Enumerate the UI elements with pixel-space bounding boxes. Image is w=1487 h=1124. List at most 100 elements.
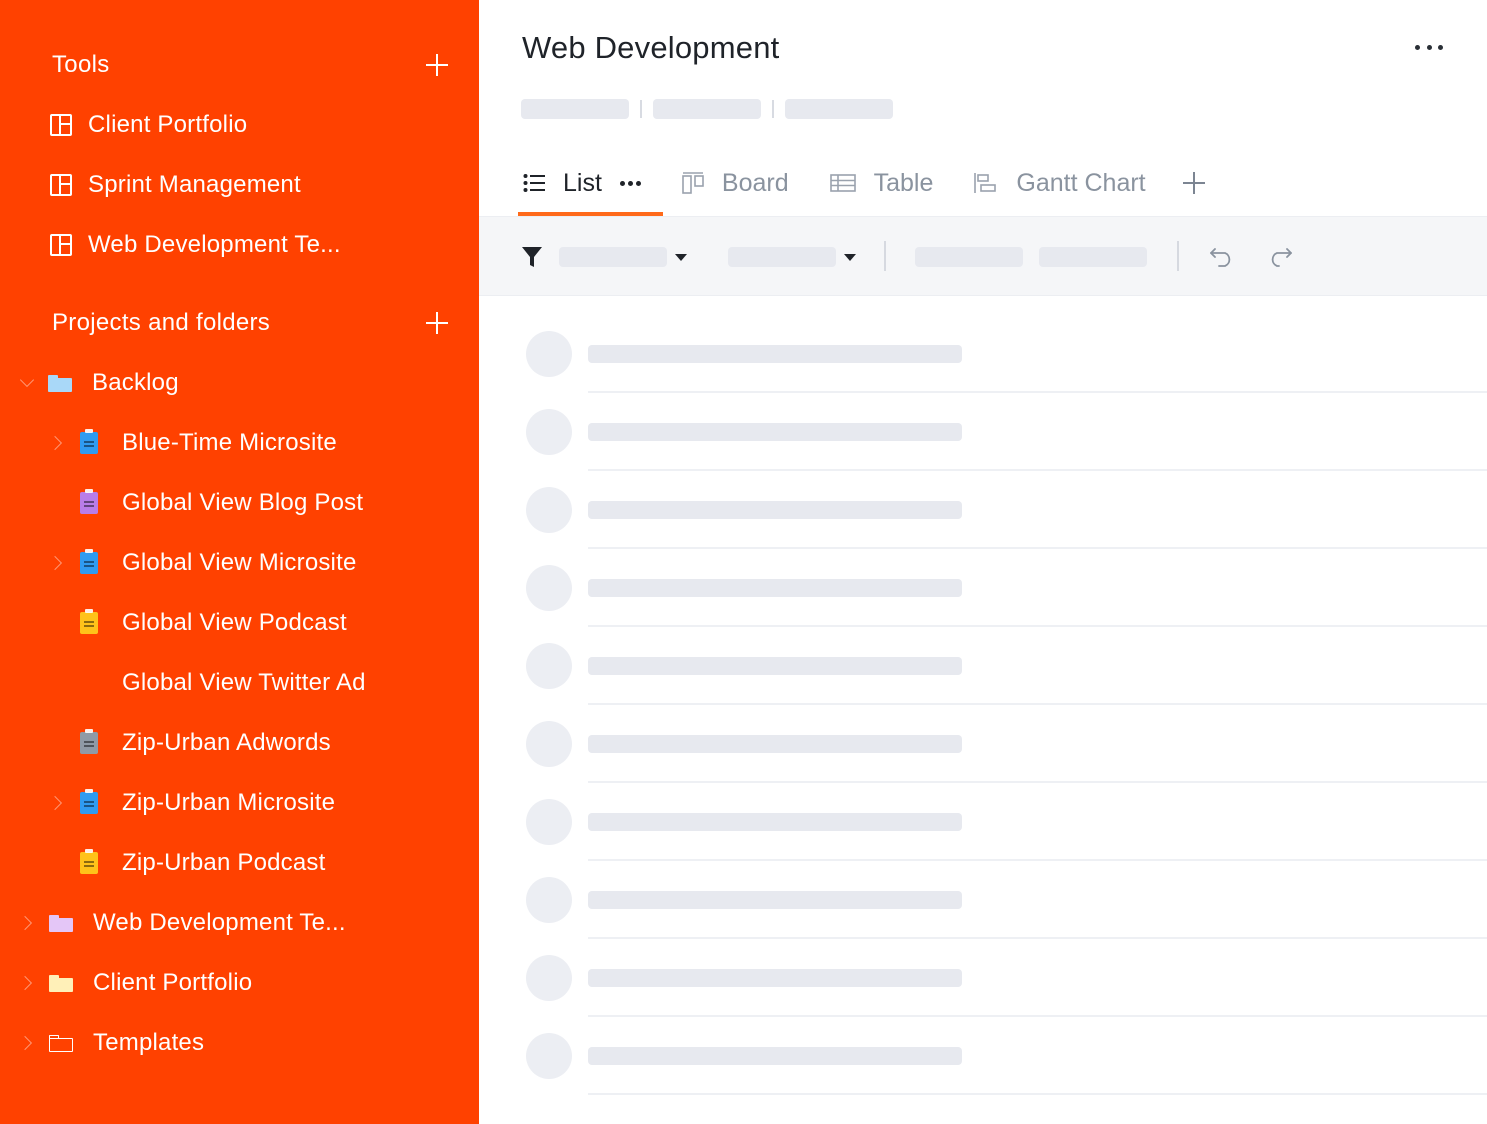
sidebar-tool-label: Web Development Te... (88, 231, 341, 258)
sidebar-folder-client-portfolio[interactable]: Client Portfolio (17, 963, 253, 1003)
sidebar-folder-templates[interactable]: Templates (17, 1023, 205, 1063)
sidebar-project-item[interactable]: Global View Microsite (47, 543, 357, 583)
tab-options-icon[interactable] (619, 180, 641, 186)
sidebar-project-label: Global View Blog Post (122, 489, 364, 516)
chevron-right-icon[interactable] (17, 1035, 33, 1051)
clipboard-icon (80, 849, 98, 874)
sidebar-project-item[interactable]: Global View Twitter Ad (50, 663, 366, 703)
sidebar-project-item[interactable]: Zip-Urban Microsite (47, 783, 336, 823)
chevron-right-icon[interactable] (17, 975, 33, 991)
filter-dropdown[interactable] (521, 217, 687, 297)
redo-button[interactable] (1267, 217, 1293, 297)
sidebar-project-label: Zip-Urban Microsite (122, 789, 336, 816)
toolbar-action-placeholder[interactable] (915, 217, 1023, 297)
table-icon (829, 173, 856, 193)
breadcrumb-separator (772, 100, 774, 118)
chevron-right-icon[interactable] (47, 435, 63, 451)
add-project-plus-icon[interactable] (425, 311, 449, 335)
sidebar-folder-label: Templates (93, 1029, 205, 1056)
add-tool-plus-icon[interactable] (425, 53, 449, 77)
task-title-placeholder (588, 657, 962, 675)
tab-table[interactable]: Table (826, 150, 938, 216)
clipboard-icon (80, 429, 98, 454)
row-divider (588, 1093, 1487, 1095)
sidebar-folder-label: Client Portfolio (93, 969, 253, 996)
sidebar-project-item[interactable]: Global View Podcast (50, 603, 347, 643)
undo-icon (1209, 247, 1235, 267)
sidebar-folder-web-development[interactable]: Web Development Te... (17, 903, 346, 943)
sidebar-project-label: Global View Twitter Ad (122, 669, 366, 696)
clipboard-icon (80, 609, 98, 634)
task-title-placeholder (588, 1047, 962, 1065)
sidebar-project-item[interactable]: Global View Blog Post (50, 483, 363, 523)
sidebar-tool-label: Sprint Management (88, 171, 301, 198)
folder-icon (49, 914, 73, 932)
caret-down-icon (844, 253, 856, 261)
toolbar-divider (1177, 241, 1179, 271)
tab-label: Board (721, 168, 789, 197)
folder-icon (49, 974, 73, 992)
action-placeholder (1039, 247, 1147, 267)
sidebar-project-item[interactable]: Zip-Urban Podcast (50, 843, 326, 883)
toolbar-action-placeholder[interactable] (1039, 217, 1147, 297)
clipboard-icon (80, 549, 98, 574)
tab-board[interactable]: Board (678, 150, 793, 216)
breadcrumb-placeholder (785, 99, 893, 119)
board-view-icon (682, 172, 704, 194)
tools-section-title: Tools (52, 51, 110, 78)
task-row-placeholder[interactable] (479, 530, 1487, 627)
sidebar-project-label: Zip-Urban Podcast (122, 849, 326, 876)
avatar-placeholder (526, 565, 572, 611)
chevron-right-icon[interactable] (47, 795, 63, 811)
task-row-placeholder[interactable] (479, 998, 1487, 1095)
task-row-placeholder[interactable] (479, 452, 1487, 549)
avatar-placeholder (526, 877, 572, 923)
tab-list[interactable]: List (518, 150, 663, 216)
tools-section-header: Tools (52, 45, 449, 85)
projects-section-header: Projects and folders (52, 303, 449, 343)
task-title-placeholder (588, 345, 962, 363)
sidebar-project-item[interactable]: Blue-Time Microsite (47, 423, 337, 463)
clipboard-icon (80, 489, 98, 514)
task-row-placeholder[interactable] (479, 920, 1487, 1017)
task-row-placeholder[interactable] (479, 296, 1487, 393)
task-row-placeholder[interactable] (479, 608, 1487, 705)
sort-value-placeholder (728, 247, 836, 267)
task-title-placeholder (588, 735, 962, 753)
add-view-plus-icon[interactable] (1182, 172, 1205, 194)
toolbar-divider (884, 241, 886, 271)
sidebar-folder-backlog[interactable]: Backlog (19, 363, 179, 403)
undo-button[interactable] (1209, 217, 1235, 297)
redo-icon (1267, 247, 1293, 267)
filter-value-placeholder (559, 247, 667, 267)
main-panel: Web Development List Board Table Gantt C… (479, 0, 1487, 1124)
avatar-placeholder (526, 955, 572, 1001)
sidebar-folder-label: Web Development Te... (93, 909, 346, 936)
sort-dropdown[interactable] (728, 217, 856, 297)
action-placeholder (915, 247, 1023, 267)
task-row-placeholder[interactable] (479, 842, 1487, 939)
sidebar-tool-web-development[interactable]: Web Development Te... (50, 225, 341, 265)
sidebar-project-item[interactable]: Zip-Urban Adwords (50, 723, 331, 763)
sidebar-folder-label: Backlog (92, 369, 179, 396)
avatar-placeholder (526, 487, 572, 533)
clipboard-icon (80, 729, 98, 754)
sidebar-tool-sprint-management[interactable]: Sprint Management (50, 165, 301, 205)
chevron-right-icon[interactable] (47, 555, 63, 571)
avatar-placeholder (526, 409, 572, 455)
sidebar-tool-label: Client Portfolio (88, 111, 248, 138)
sidebar-tool-client-portfolio[interactable]: Client Portfolio (50, 105, 247, 145)
task-row-placeholder[interactable] (479, 686, 1487, 783)
avatar-placeholder (526, 1033, 572, 1079)
more-options-icon[interactable] (1415, 42, 1443, 52)
task-row-placeholder[interactable] (479, 764, 1487, 861)
chevron-right-icon[interactable] (17, 915, 33, 931)
sidebar-project-label: Blue-Time Microsite (122, 429, 337, 456)
tab-gantt-chart[interactable]: Gantt Chart (970, 150, 1149, 216)
task-row-placeholder[interactable] (479, 374, 1487, 471)
task-title-placeholder (588, 579, 962, 597)
avatar-placeholder (526, 799, 572, 845)
chevron-down-icon[interactable] (19, 372, 35, 388)
avatar-placeholder (526, 331, 572, 377)
board-icon (50, 114, 72, 136)
